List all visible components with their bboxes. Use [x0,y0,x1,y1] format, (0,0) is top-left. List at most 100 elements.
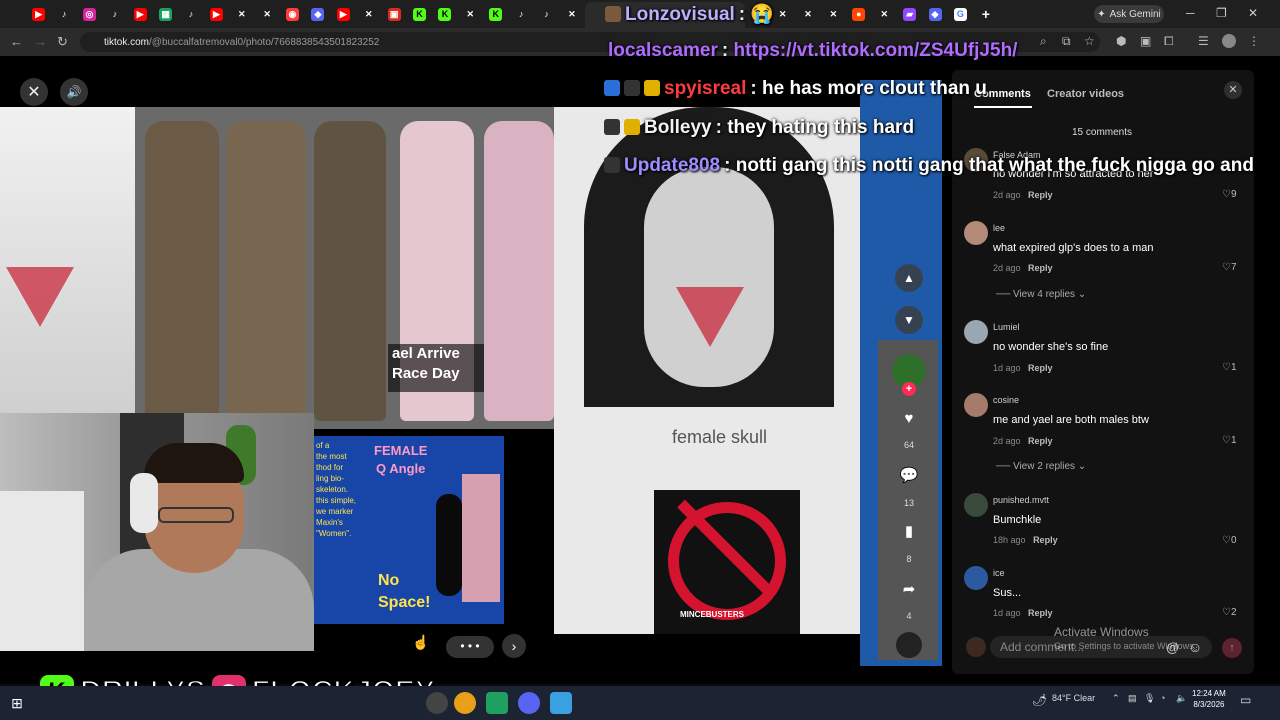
tab-creator-videos[interactable]: Creator videos [1047,88,1124,100]
reply-button[interactable]: Reply [1028,190,1053,200]
windows-start-icon[interactable]: ⊞ [6,692,28,714]
tab-x[interactable]: ✕ [229,0,254,28]
comment-username[interactable]: punished.mvtt [993,495,1049,505]
heart-outline-icon[interactable]: ♡ [1222,189,1231,200]
comment-username[interactable]: cosine [993,395,1019,405]
reload-icon[interactable]: ↻ [57,34,68,50]
avatar[interactable] [964,566,988,590]
tab-kick[interactable]: K [483,0,508,28]
tab-youtube[interactable]: ◉ [280,0,305,28]
previous-icon[interactable]: ▲ [895,264,923,292]
music-disc-icon[interactable] [896,632,922,658]
reply-button[interactable]: Reply [1028,263,1053,273]
clock[interactable]: 12:24 AM 8/3/2026 [1192,688,1226,710]
reply-button[interactable]: Reply [1028,363,1053,373]
ask-gemini-button[interactable]: ✦ Ask Gemini [1094,5,1164,23]
comment-username[interactable]: lee [993,223,1005,233]
weather-label[interactable]: 84°F Clear [1052,693,1095,703]
comment-icon[interactable]: 💬 [894,466,924,484]
tab-tiktok[interactable]: ♪ [178,0,203,28]
send-button[interactable]: ↑ [1222,638,1242,658]
tab-x[interactable]: ✕ [255,0,280,28]
avatar[interactable] [964,320,988,344]
chevron-up-icon[interactable]: ⌃ [1112,693,1120,704]
tab-kick[interactable]: K [407,0,432,28]
mic-icon[interactable]: 🎙 [1144,693,1155,704]
heart-outline-icon[interactable]: ♡ [1222,262,1231,273]
reply-button[interactable]: Reply [1033,535,1058,545]
network-icon[interactable]: ▤ [1128,693,1137,704]
obs-icon[interactable] [426,692,448,714]
heart-outline-icon[interactable]: ♡ [1222,535,1231,546]
minimize-icon[interactable]: ─ [1186,6,1195,20]
chrome-icon[interactable] [454,692,476,714]
tab-twitch[interactable]: ▰ [897,0,922,28]
new-tab-button[interactable]: + [973,0,998,28]
comment-username[interactable]: Lumiel [993,322,1020,332]
install-icon[interactable]: ⧉ [1062,34,1071,49]
follow-plus-icon[interactable]: + [902,382,916,396]
tab-youtube[interactable]: ▶ [204,0,229,28]
heart-outline-icon[interactable]: ♡ [1222,435,1231,446]
tab-x[interactable]: ✕ [795,0,820,28]
extension-icon[interactable]: ▣ [1140,34,1151,48]
sidebar-icon[interactable]: ☰ [1198,34,1209,48]
discord-icon[interactable] [518,692,540,714]
volume-icon[interactable]: 🔊 [60,78,88,106]
forward-icon[interactable]: → [34,34,47,49]
puzzle-icon[interactable]: ⧠ [1164,34,1174,49]
share-icon[interactable]: ➦ [894,580,924,598]
zoom-icon[interactable]: ⌕ [1040,34,1047,49]
avatar[interactable] [964,221,988,245]
heart-outline-icon[interactable]: ♡ [1222,362,1231,373]
comment-username[interactable]: ice [993,568,1005,578]
tab-discord[interactable]: ◆ [305,0,330,28]
reply-button[interactable]: Reply [1028,436,1053,446]
carousel-next-icon[interactable]: › [502,634,526,658]
menu-dots-icon[interactable]: ⋮ [1248,34,1260,48]
close-icon[interactable]: ✕ [20,78,48,106]
tab-x[interactable]: ✕ [458,0,483,28]
tab-news[interactable]: ▣ [381,0,406,28]
tab-tiktok[interactable]: ♪ [102,0,127,28]
tab-x[interactable]: ✕ [356,0,381,28]
avatar[interactable] [964,393,988,417]
carousel-dots[interactable]: • • • [446,636,494,658]
close-comments-icon[interactable]: ✕ [1224,81,1242,99]
view-replies-button[interactable]: ── View 4 replies ⌄ [996,289,1086,300]
bookmark-icon[interactable]: ▮ [894,522,924,540]
tab-x[interactable]: ✕ [559,0,584,28]
wifi-icon[interactable]: ◔ [1160,693,1165,703]
extension-icon[interactable]: ⬢ [1116,34,1126,48]
tab-sheets[interactable]: ▦ [153,0,178,28]
tab-x[interactable]: ✕ [872,0,897,28]
tab-reddit[interactable]: ● [846,0,871,28]
tab-kick[interactable]: K [432,0,457,28]
tab-tiktok[interactable]: ♪ [534,0,559,28]
tab-tiktok[interactable]: ♪ [51,0,76,28]
terminal-icon[interactable] [486,692,508,714]
maximize-icon[interactable]: ❐ [1216,6,1227,20]
heart-icon[interactable]: ♥ [894,410,924,427]
heart-outline-icon[interactable]: ♡ [1222,607,1231,618]
close-window-icon[interactable]: ✕ [1248,6,1258,20]
tab-google[interactable]: G [948,0,973,28]
bookmark-star-icon[interactable]: ☆ [1084,34,1095,48]
tab-discord[interactable]: ◆ [922,0,947,28]
tab-youtube[interactable]: ▶ [128,0,153,28]
back-icon[interactable]: ← [10,34,23,49]
tab-tiktok[interactable]: ♪ [508,0,533,28]
profile-avatar[interactable] [1222,34,1236,48]
notification-icon[interactable]: ▭ [1240,693,1251,707]
reply-button[interactable]: Reply [1028,608,1053,618]
tab-instagram[interactable]: ◎ [77,0,102,28]
speaker-icon[interactable]: 🔈 [1176,693,1187,704]
tab-youtube[interactable]: ▶ [331,0,356,28]
next-icon[interactable]: ▼ [895,306,923,334]
avatar[interactable] [964,493,988,517]
app-icon[interactable] [550,692,572,714]
tab-youtube[interactable]: ▶ [26,0,51,28]
tab-x[interactable]: ✕ [821,0,846,28]
view-replies-button[interactable]: ── View 2 replies ⌄ [996,461,1086,472]
weather-icon[interactable]: 🌶 [1032,693,1047,707]
